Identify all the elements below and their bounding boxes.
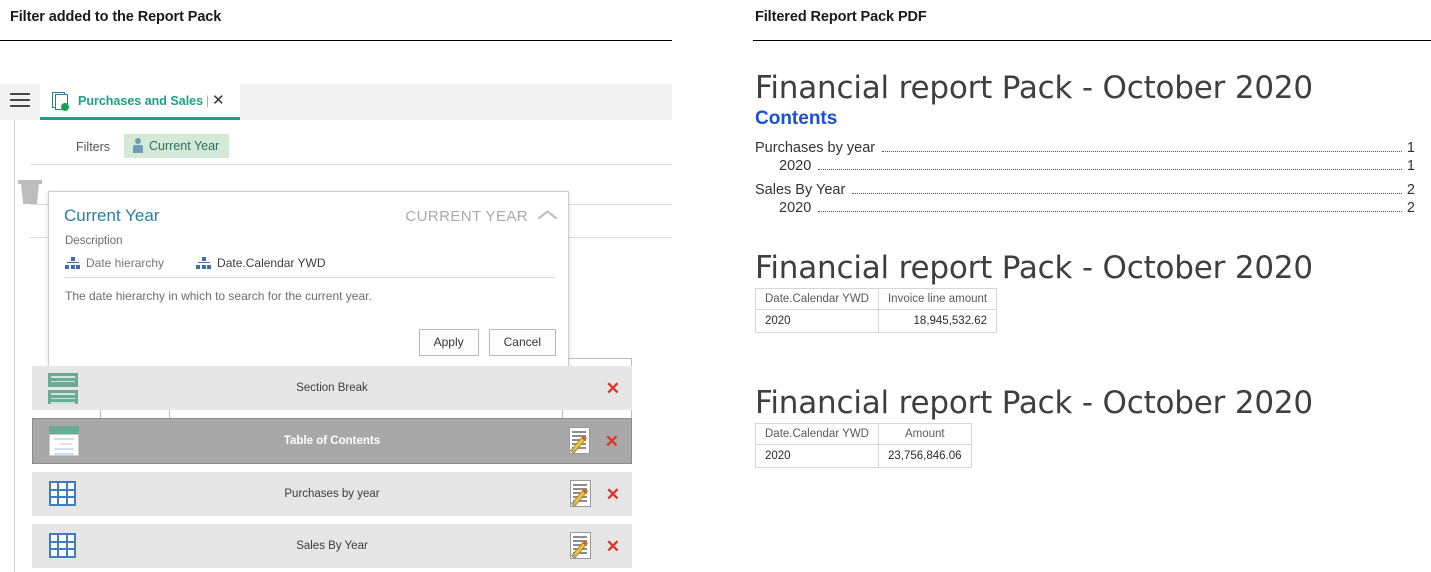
row-actions: ✕ [570,480,632,508]
table-header-row: Date.Calendar YWD Amount [756,424,972,445]
filter-tab-strip: Filters Current Year [30,132,672,158]
hierarchy-icon [65,257,80,270]
toc-leader-dots [818,169,1402,170]
row-actions: ✕ [569,427,631,455]
column-header: Invoice line amount [878,289,996,310]
person-icon [132,138,143,153]
delete-icon[interactable]: ✕ [606,538,620,555]
table-of-contents: Purchases by year 1 2020 1 Sales By Year… [755,140,1415,216]
toc-entry-title: Purchases by year [755,140,875,156]
table-cell: 23,756,846.06 [878,445,971,468]
pdf-preview: Financial report Pack - October 2020 Con… [755,70,1431,572]
table-row[interactable]: Section Break ✕ [32,366,632,410]
toc-entry[interactable]: 2020 2 [755,200,1415,216]
report-pack-application: Purchases and Sales | ✕ Filters Current … [0,84,672,572]
edit-icon[interactable] [570,480,596,508]
left-rail-divider [14,120,15,572]
filter-chip-current-year[interactable]: Current Year [124,134,229,158]
sales-by-year-table: Date.Calendar YWD Amount 2020 23,756,846… [755,423,972,468]
chevron-up-icon[interactable] [538,209,558,222]
toc-entry-page: 2 [1407,200,1415,216]
row-label: Table of Contents [33,435,631,447]
row-label: Section Break [32,382,632,394]
table-cell: 2020 [756,445,879,468]
row-actions: ✕ [606,380,632,397]
left-caption-divider [0,40,672,41]
toc-entry[interactable]: Sales By Year 2 [755,182,1415,198]
popup-filter-type-label: CURRENT YEAR [405,208,528,225]
table-header-row: Date.Calendar YWD Invoice line amount [756,289,997,310]
table-row: 2020 23,756,846.06 [756,445,972,468]
tab-purchases-and-sales[interactable]: Purchases and Sales | ✕ [40,84,240,120]
panel-divider-1 [30,164,672,165]
toc-leader-dots [852,193,1402,194]
delete-icon[interactable]: ✕ [606,486,620,503]
table-row: 2020 18,945,532.62 [756,310,997,333]
page-title: Financial report Pack - October 2020 [755,70,1431,106]
tab-close-icon[interactable]: ✕ [212,93,225,108]
column-header: Date.Calendar YWD [756,289,879,310]
right-panel-caption: Filtered Report Pack PDF [755,9,927,25]
filters-label: Filters [30,140,124,158]
hierarchy-parameter-label: Date hierarchy [86,256,164,270]
section-break-icon [45,372,81,404]
row-label: Purchases by year [32,488,632,500]
right-caption-divider [753,40,1431,41]
toc-entry-page: 1 [1407,140,1415,156]
hierarchy-parameter-row: Date hierarchy Date.Calendar YWD [65,256,555,278]
hierarchy-parameter-value[interactable]: Date.Calendar YWD [217,256,326,270]
table-row[interactable]: Sales By Year ✕ [32,524,632,568]
table-cell: 18,945,532.62 [878,310,996,333]
toc-entry-title: Sales By Year [755,182,845,198]
toc-entry[interactable]: Purchases by year 1 [755,140,1415,156]
toc-entry-page: 2 [1407,182,1415,198]
app-body: Filters Current Year Current Year CURREN… [0,120,672,572]
table-cell: 2020 [756,310,879,333]
delete-icon[interactable]: ✕ [605,433,619,450]
popup-title: Current Year [64,206,159,226]
hamburger-menu-icon[interactable] [10,93,30,109]
toc-entry-title: 2020 [779,200,811,216]
table-row[interactable]: Purchases by year ✕ [32,472,632,516]
edit-icon[interactable] [570,532,596,560]
toc-leader-dots [818,211,1402,212]
report-item-list: Section Break ✕ Table of Contents [32,366,632,572]
toc-entry-page: 1 [1407,158,1415,174]
pdf-page-3: Financial report Pack - October 2020 Dat… [755,385,1431,468]
screenshot-canvas: Filter added to the Report Pack Filtered… [0,0,1431,572]
delete-icon[interactable]: ✕ [606,380,620,397]
filter-chip-label: Current Year [149,139,219,153]
tab-label: Purchases and Sales | [78,94,208,108]
hierarchy-value-icon [196,257,211,270]
description-label: Description [65,235,123,247]
row-actions: ✕ [570,532,632,560]
pdf-page-2: Financial report Pack - October 2020 Dat… [755,250,1431,333]
purchases-by-year-table: Date.Calendar YWD Invoice line amount 20… [755,288,997,333]
edit-icon[interactable] [569,427,595,455]
page-title: Financial report Pack - October 2020 [755,385,1431,421]
page-title: Financial report Pack - October 2020 [755,250,1431,286]
app-top-bar: Purchases and Sales | ✕ [0,84,672,120]
column-header: Amount [878,424,971,445]
grid-table-icon [45,478,81,510]
pdf-page-1: Financial report Pack - October 2020 Con… [755,70,1431,216]
column-header: Date.Calendar YWD [756,424,879,445]
cancel-button[interactable]: Cancel [489,329,556,356]
trash-icon[interactable] [18,180,42,206]
row-label: Sales By Year [32,540,632,552]
current-year-filter-popup: Current Year CURRENT YEAR Description Da… [48,191,569,371]
table-row[interactable]: Table of Contents ✕ [32,418,632,464]
apply-button[interactable]: Apply [419,329,479,356]
popup-button-group: Apply Cancel [419,329,556,356]
toc-leader-dots [882,151,1402,152]
toc-entry-title: 2020 [779,158,811,174]
grid-table-icon [45,530,81,562]
contents-heading: Contents [755,108,1431,130]
popup-description-text: The date hierarchy in which to search fo… [65,289,372,303]
table-of-contents-icon [46,425,82,457]
toc-entry[interactable]: 2020 1 [755,158,1415,174]
left-panel-caption: Filter added to the Report Pack [10,9,221,25]
report-document-icon [50,91,70,111]
